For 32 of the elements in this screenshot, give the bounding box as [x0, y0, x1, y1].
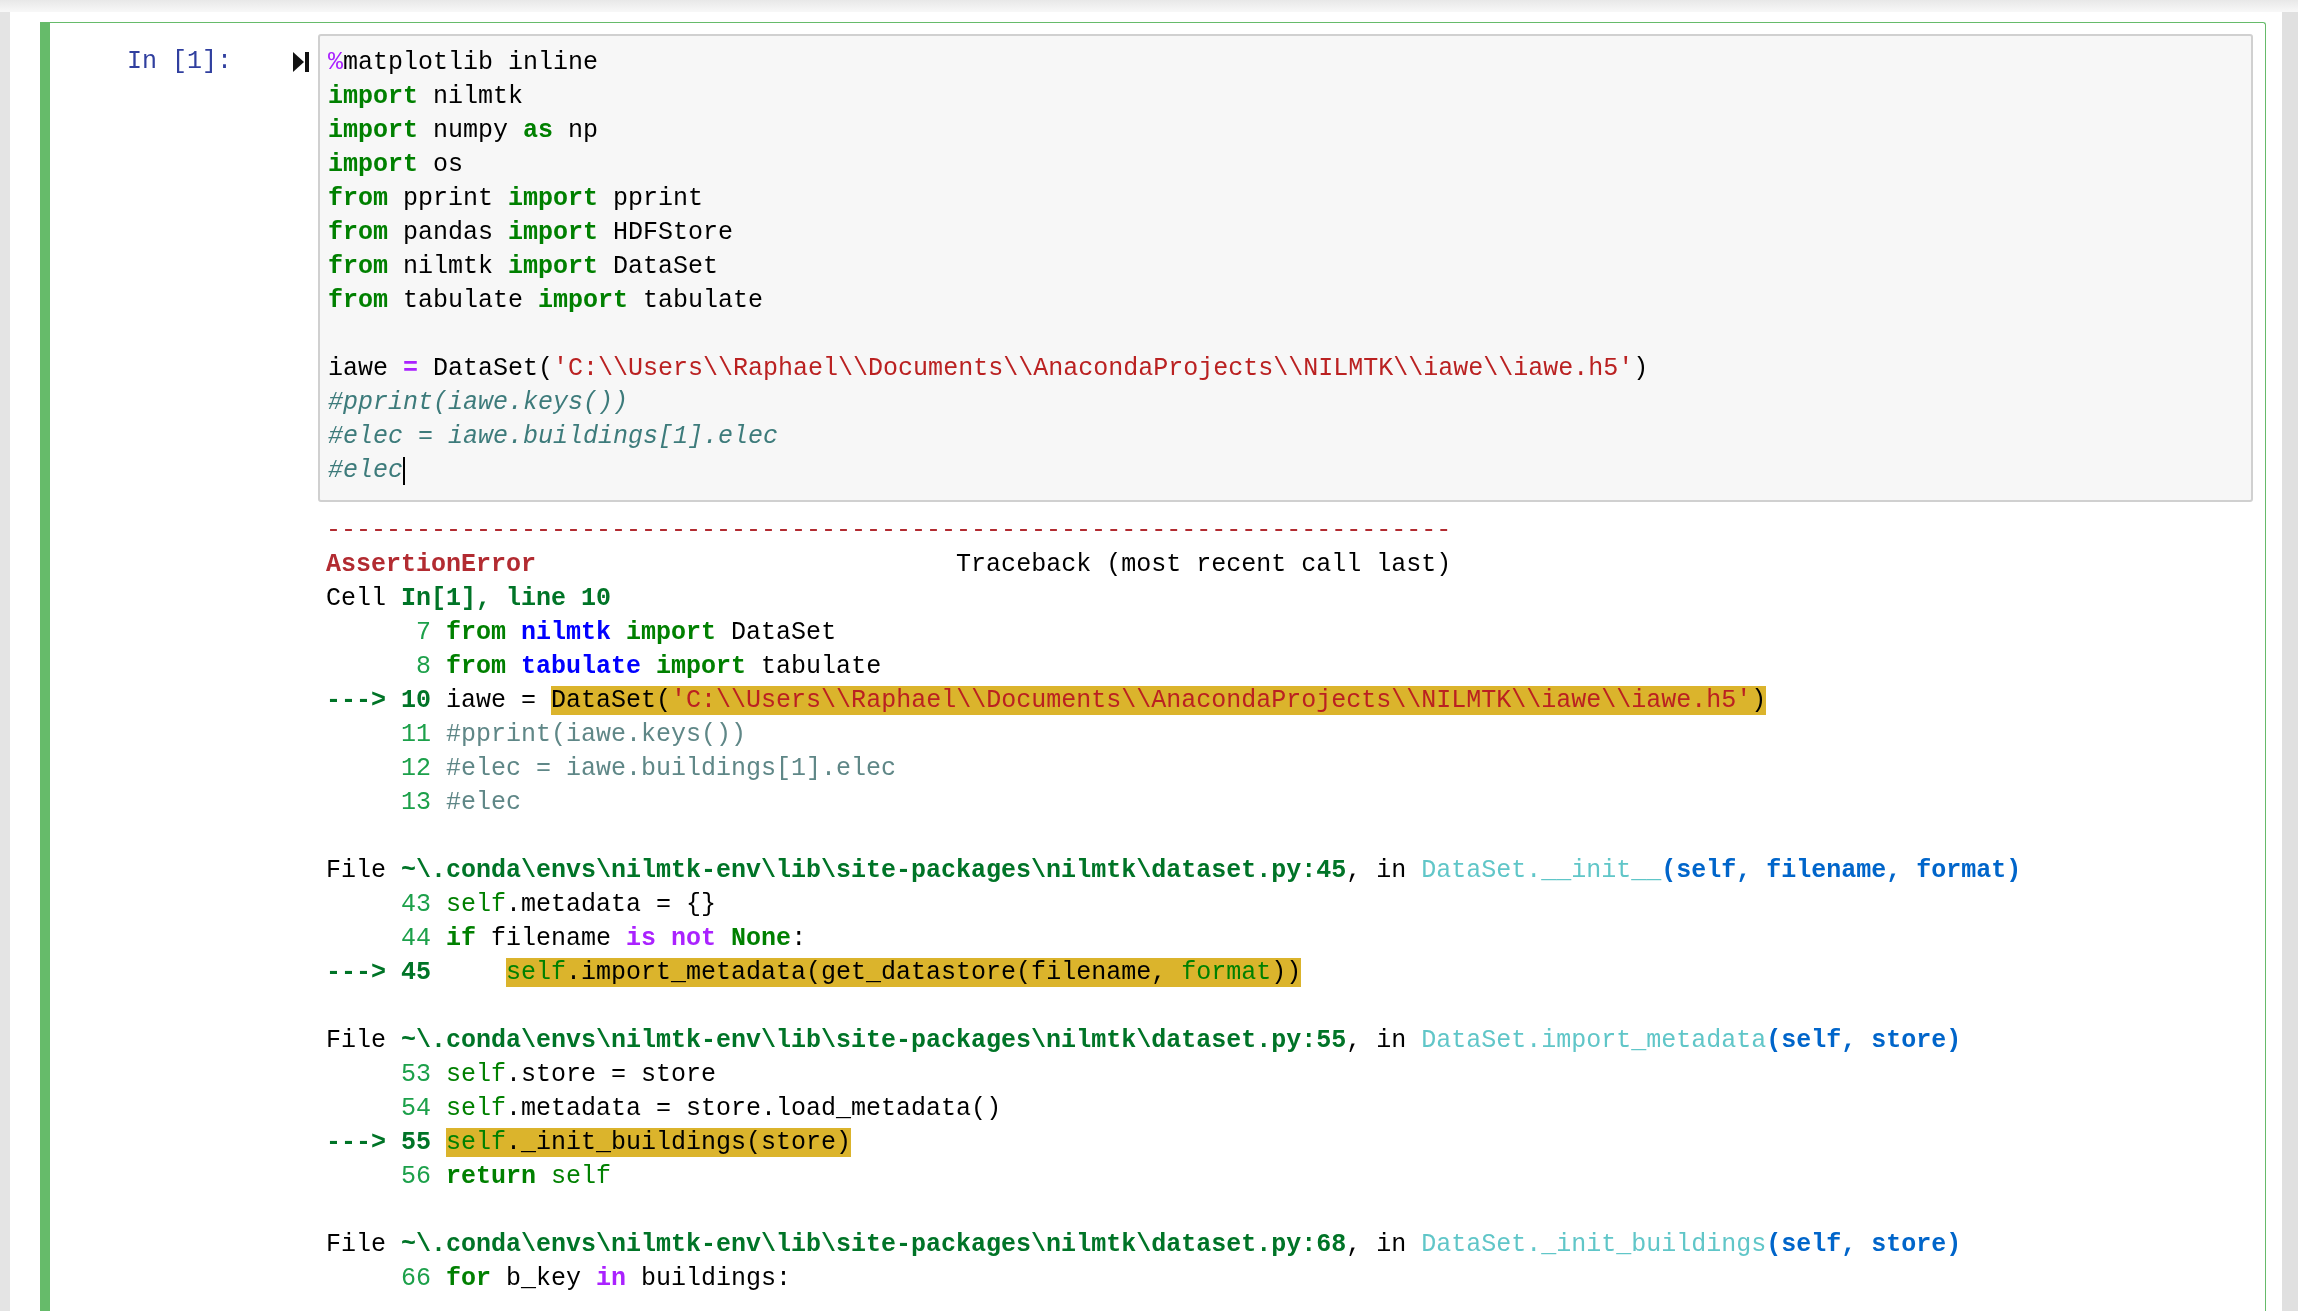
code-line: import nilmtk — [328, 81, 524, 114]
code-line: #elec — [328, 455, 403, 488]
code-line: 54 self.metadata = store.load_metadata() — [400, 1093, 1002, 1126]
code-line: #pprint(iawe.keys()) — [328, 387, 629, 420]
code-line: 13 #elec — [400, 787, 522, 820]
code-line: 66 for b_key in buildings: — [400, 1263, 792, 1296]
code-editor[interactable] — [318, 34, 2253, 502]
cell-prompt: In [1]: — [126, 46, 232, 78]
code-line: from nilmtk import DataSet — [328, 251, 719, 284]
code-line: iawe = DataSet('C:\\Users\\Raphael\\Documents\\AnacondaProjects\\NILMTK\\iawe\\iawe.h5') — [328, 353, 1649, 386]
code-line: File ~\.conda\envs\nilmtk-env\lib\site-packages\nilmtk\dataset.py:55, in DataSet.import_metadata(self, store) — [326, 1025, 1962, 1058]
code-line: import os — [328, 149, 464, 182]
code-line: 43 self.metadata = {} — [400, 889, 717, 922]
run-icon[interactable] — [292, 51, 310, 73]
code-line: 53 self.store = store — [400, 1059, 717, 1092]
code-line: import numpy as np — [328, 115, 599, 148]
code-line: 56 return self — [400, 1161, 612, 1194]
code-line: File ~\.conda\envs\nilmtk-env\lib\site-packages\nilmtk\dataset.py:45, in DataSet.__init__(self, filename, format) — [326, 855, 2022, 888]
code-line: 7 from nilmtk import DataSet — [415, 617, 837, 650]
code-line: %matplotlib inline — [328, 47, 599, 80]
code-line: 44 if filename is not None: — [400, 923, 807, 956]
code-line: 11 #pprint(iawe.keys()) — [400, 719, 747, 752]
code-line: Cell In[1], line 10 — [326, 583, 612, 616]
code-line: from pandas import HDFStore — [328, 217, 734, 250]
code-line: 12 #elec = iawe.buildings[1].elec — [400, 753, 897, 786]
code-line: #elec = iawe.buildings[1].elec — [328, 421, 779, 454]
code-line: AssertionError Traceback (most recent call last) — [326, 549, 1452, 582]
code-line: File ~\.conda\envs\nilmtk-env\lib\site-packages\nilmtk\dataset.py:68, in DataSet._init_buildings(self, store) — [326, 1229, 1962, 1262]
code-line: from pprint import pprint — [328, 183, 704, 216]
code-line: from tabulate import tabulate — [328, 285, 764, 318]
code-line: 8 from tabulate import tabulate — [415, 651, 882, 684]
code-line: --------------------------------------------------------------------------- — [326, 515, 1452, 548]
